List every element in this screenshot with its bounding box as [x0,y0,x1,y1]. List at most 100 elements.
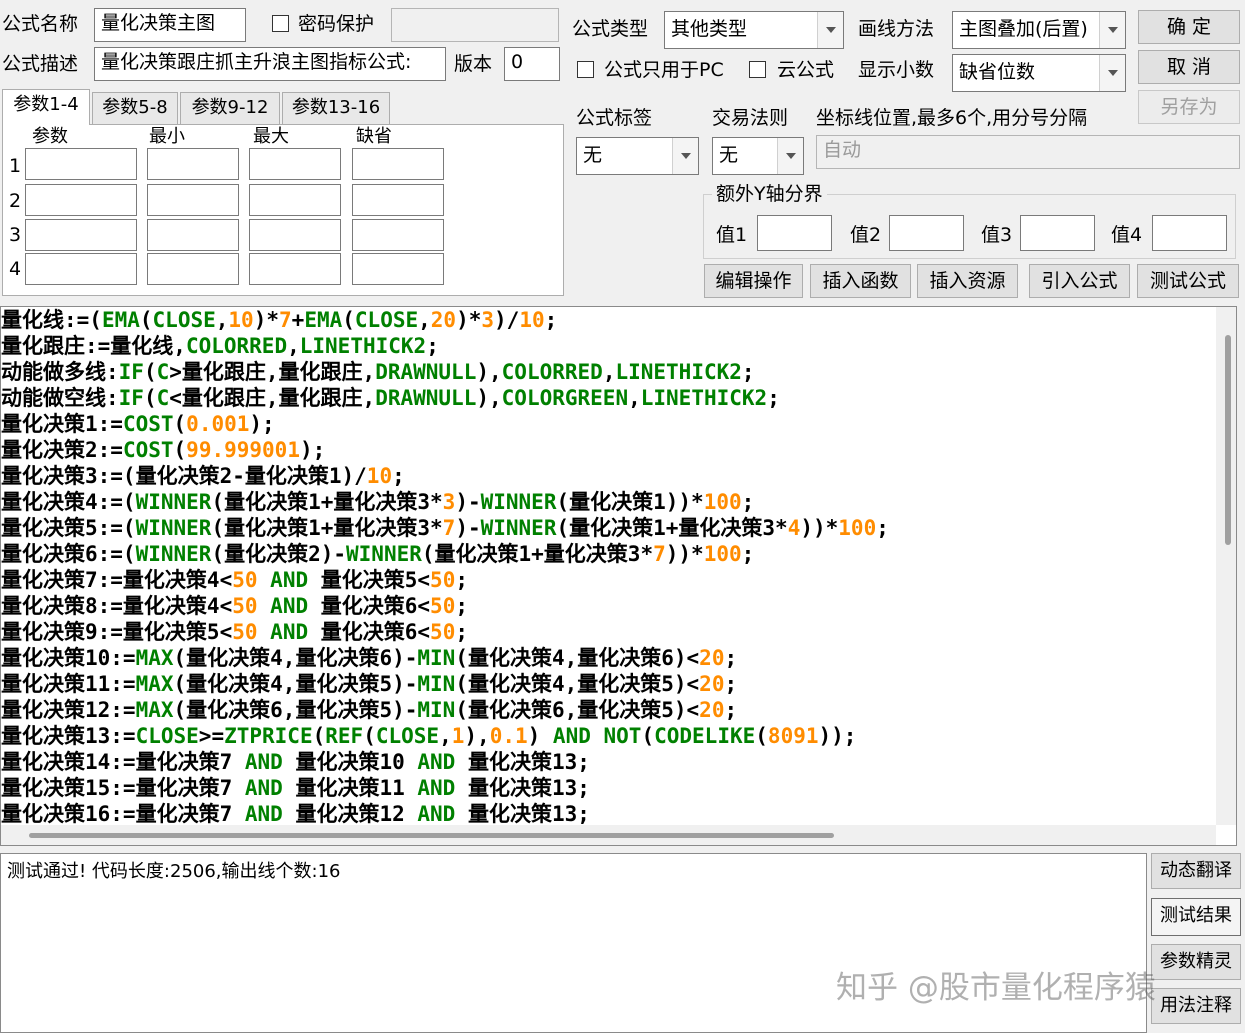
param-col-default: 缺省 [356,126,392,147]
code-line: 量化决策1:=COST(0.001); [1,411,889,437]
code-line: 量化决策13:=CLOSE>=ZTPRICE(REF(CLOSE,1),0.1)… [1,723,889,749]
param-3-name-input[interactable] [25,219,137,251]
formula-name-input[interactable]: 量化决策主图 [94,8,246,42]
code-text: )- [455,516,481,540]
code-text: ; [724,672,738,696]
param-2-max-input[interactable] [249,184,341,216]
extra-y-value1-input[interactable] [757,215,832,251]
usage-notes-button[interactable]: 用法注释 [1151,988,1241,1024]
param-1-max-input[interactable] [249,148,341,180]
param-4-default-input[interactable] [352,253,444,285]
param-1-min-input[interactable] [147,148,239,180]
chevron-down-icon[interactable] [1099,12,1125,48]
trade-rule-select[interactable]: 无 [712,137,804,175]
test-result-button[interactable]: 测试结果 [1151,898,1241,936]
code-keyword: AND [417,776,456,800]
tab-params-5-8[interactable]: 参数5-8 [92,92,178,124]
code-keyword: WINNER [135,516,212,540]
param-4-min-input[interactable] [147,253,239,285]
code-line: 量化决策9:=量化决策5<50 AND 量化决策6<50; [1,619,889,645]
draw-method-label: 画线方法 [858,18,935,40]
chevron-down-icon[interactable] [777,138,803,174]
code-text: 量化决策13; [455,776,590,800]
code-number: 10 [519,308,545,332]
code-number: 20 [699,672,725,696]
param-1-name-input[interactable] [25,148,137,180]
insert-resource-button[interactable]: 插入资源 [917,264,1018,298]
ok-button[interactable]: 确 定 [1138,10,1240,44]
chevron-down-icon[interactable] [1099,55,1125,91]
code-keyword: AND [270,568,309,592]
horizontal-scroll-thumb[interactable] [29,833,834,838]
param-4-max-input[interactable] [249,253,341,285]
cancel-button[interactable]: 取 消 [1138,50,1240,84]
extra-y-value4-input[interactable] [1152,215,1227,251]
code-number: 100 [703,490,742,514]
password-checkbox[interactable] [272,15,289,32]
code-keyword: WINNER [480,516,557,540]
code-text: (量化决策1+量化决策3* [211,490,443,514]
param-wizard-button[interactable]: 参数精灵 [1151,944,1241,980]
edit-operations-button[interactable]: 编辑操作 [704,264,803,298]
code-keyword: DRAWNULL [375,360,477,384]
vertical-scrollbar[interactable] [1216,307,1236,825]
extra-y-value3-label: 值3 [981,224,1013,246]
code-text: (量化决策6,量化决策5)- [173,698,418,722]
horizontal-scrollbar[interactable] [1,825,1216,845]
param-2-name-input[interactable] [25,184,137,216]
dynamic-translate-button[interactable]: 动态翻译 [1151,853,1241,889]
chevron-down-icon[interactable] [672,138,698,174]
code-text: ; [741,490,755,514]
code-text: (量化决策1+量化决策3* [421,542,654,566]
save-as-button[interactable]: 另存为 [1138,90,1240,124]
code-keyword: DRAWNULL [375,386,477,410]
draw-method-select[interactable]: 主图叠加(后置) [952,11,1126,49]
param-1-default-input[interactable] [352,148,444,180]
code-number: 50 [430,620,456,644]
password-input[interactable] [391,8,559,42]
insert-function-button[interactable]: 插入函数 [810,264,911,298]
code-number: 3 [442,490,456,514]
code-text: 量化决策13; [455,750,590,774]
formula-tag-select[interactable]: 无 [576,137,699,175]
extra-y-value2-input[interactable] [889,215,964,251]
tab-params-9-12[interactable]: 参数9-12 [180,92,280,124]
pc-only-checkbox[interactable] [577,61,594,78]
code-number: 50 [430,568,456,592]
test-formula-button[interactable]: 测试公式 [1137,264,1239,298]
code-keyword: CLOSE [375,724,440,748]
axis-position-input[interactable]: 自动 [816,135,1240,169]
code-text: ( [363,724,376,748]
code-line: 量化决策11:=MAX(量化决策4,量化决策5)-MIN(量化决策4,量化决策5… [1,671,889,697]
test-result-message: 测试通过! 代码长度:2506,输出线个数:16 [7,861,341,882]
param-4-name-input[interactable] [25,253,137,285]
param-3-min-input[interactable] [147,219,239,251]
code-text: 量化决策1:= [1,412,123,436]
chevron-down-icon[interactable] [817,12,843,48]
code-text: 量化决策5:=( [1,516,136,540]
extra-y-value3-input[interactable] [1020,215,1095,251]
vertical-scroll-thumb[interactable] [1225,335,1231,545]
tab-params-1-4[interactable]: 参数1-4 [2,89,90,125]
code-number: 20 [699,698,725,722]
decimals-select[interactable]: 缺省位数 [952,54,1126,92]
code-editor[interactable]: 量化线:=(EMA(CLOSE,10)*7+EMA(CLOSE,20)*3)/1… [0,306,1237,846]
code-text: 量化决策4:=( [1,490,136,514]
cloud-formula-label: 云公式 [777,59,835,81]
tab-params-13-16[interactable]: 参数13-16 [282,92,390,124]
code-text: ; [392,464,405,488]
param-3-max-input[interactable] [249,219,341,251]
formula-type-select[interactable]: 其他类型 [664,11,844,49]
formula-desc-input[interactable]: 量化决策跟庄抓主升浪主图指标公式: [94,47,446,81]
param-3-default-input[interactable] [352,219,444,251]
version-input[interactable]: 0 [504,47,560,81]
param-2-min-input[interactable] [147,184,239,216]
code-text: ; [455,594,468,618]
import-formula-button[interactable]: 引入公式 [1029,264,1130,298]
code-text: )); [818,724,857,748]
param-2-default-input[interactable] [352,184,444,216]
code-text: >量化跟庄,量化跟庄, [169,360,376,384]
code-number: 8091 [767,724,819,748]
code-text: ( [139,308,153,332]
cloud-formula-checkbox[interactable] [749,61,766,78]
